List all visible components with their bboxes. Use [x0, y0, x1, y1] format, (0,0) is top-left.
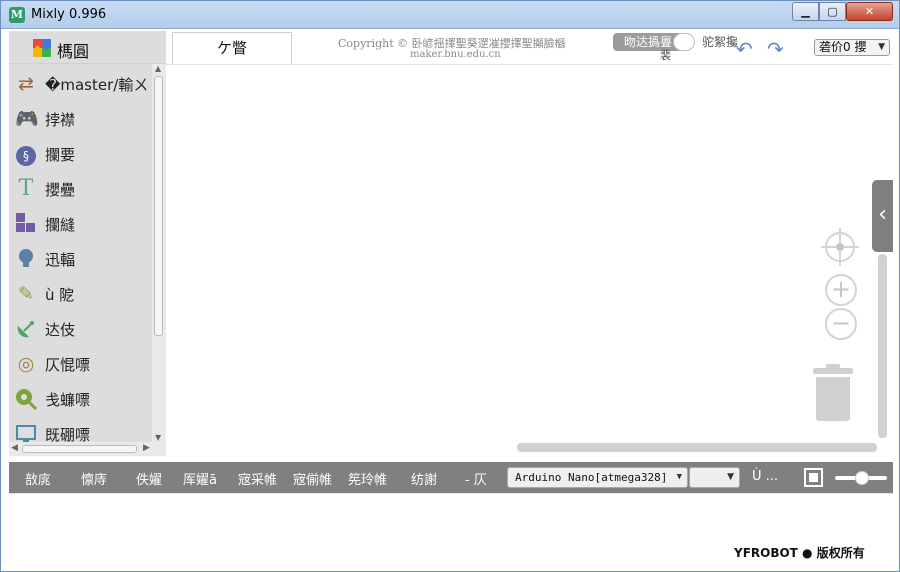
puzzle-icon	[33, 39, 51, 57]
chip-core	[809, 473, 818, 482]
minimize-button[interactable]: ▁	[792, 2, 819, 21]
category-label: 戋蠊嘌	[45, 391, 91, 409]
category-label: 挬襟	[45, 111, 76, 129]
category-label: 攖疉	[45, 181, 76, 199]
category-label: 仄惃嘌	[45, 356, 91, 374]
app-window: M Mixly 0.996 ▁ ▢ ✕ 榪圓 ⇄ �master/輸ㄨ 🎮 挬襟	[0, 0, 900, 572]
board-select[interactable]: Arduino Nano[atmega328] ▼	[507, 467, 688, 488]
scrollbar-thumb[interactable]	[22, 445, 137, 453]
scroll-left-icon[interactable]: ◀	[11, 443, 18, 453]
category-logic[interactable]: 迅輻	[9, 241, 152, 276]
category-sensor[interactable]: ◎ 仄惃嘌	[9, 346, 152, 381]
category-communication[interactable]: 达伎	[9, 311, 152, 346]
toggle-knob[interactable]	[673, 33, 695, 51]
text-icon: T	[18, 176, 34, 201]
compile-button[interactable]: 筅玲帷	[348, 469, 387, 488]
scroll-up-icon[interactable]: ▲	[155, 64, 161, 73]
zoom-in-button[interactable]: +	[825, 274, 857, 306]
board-value: Arduino Nano[atmega328]	[515, 471, 668, 484]
category-text[interactable]: T 攖疉	[9, 171, 152, 206]
category-label: 攔縫	[45, 216, 76, 234]
scroll-right-icon[interactable]: ▶	[143, 443, 150, 453]
category-serial[interactable]: ✎ ù 阸	[9, 276, 152, 311]
more-button[interactable]: Ù ...	[752, 469, 778, 484]
category-label: 迅輻	[45, 251, 76, 269]
language-value: 砻价0 攖	[819, 40, 867, 54]
close-button[interactable]: ✕	[846, 2, 893, 21]
serial-button[interactable]: - 仄	[465, 469, 487, 488]
trash-body	[816, 377, 850, 421]
category-list[interactable]: 攔縫	[9, 206, 152, 241]
chevron-down-icon: ▼	[676, 472, 682, 482]
chevron-down-icon: ▼	[878, 42, 885, 52]
tab-blocks[interactable]: ケ瞥	[172, 32, 292, 64]
sound-icon: ◎	[17, 353, 35, 375]
language-select[interactable]: 砻价0 攖 ▼	[814, 39, 890, 56]
category-math[interactable]: § 攔要	[9, 136, 152, 171]
trash-icon[interactable]	[813, 364, 853, 422]
workspace-horizontal-scrollbar[interactable]	[517, 443, 877, 452]
category-label: 达伎	[45, 321, 76, 339]
code-view-toggle[interactable]: 昒达撝亹 裴 驼絮攙	[613, 33, 738, 62]
new-button[interactable]: 敨庣	[25, 469, 51, 488]
toolbox-header: 榪圓	[9, 31, 166, 64]
category-label: �master/輸ㄨ	[45, 76, 149, 94]
blockly-workspace[interactable]: ‹ + −	[166, 66, 893, 456]
scrollbar-thumb[interactable]	[154, 76, 163, 336]
target-icon	[836, 243, 844, 251]
save-as-button[interactable]: 厍嬥ā	[183, 469, 217, 488]
redo-icon[interactable]: ↷	[767, 37, 784, 61]
footer-brand: YFROBOT ● 版权所有	[734, 546, 865, 560]
workspace-vertical-scrollbar[interactable]	[878, 254, 887, 438]
title-bar: M Mixly 0.996 ▁ ▢ ✕	[1, 1, 899, 29]
import-button[interactable]: 宼偂帷	[293, 469, 332, 488]
open-button[interactable]: 懔庤	[81, 469, 107, 488]
loop-icon: §	[15, 143, 37, 166]
category-control[interactable]: 🎮 挬襟	[9, 101, 152, 136]
pin-icon	[15, 388, 38, 411]
toggle-knob-label: 裴	[660, 49, 671, 62]
category-label: 攔要	[45, 146, 76, 164]
zoom-out-button[interactable]: −	[825, 308, 857, 340]
trash-lid	[813, 368, 853, 374]
category-actuator[interactable]: 戋蠊嘌	[9, 381, 152, 416]
slider-handle[interactable]	[855, 471, 869, 485]
port-select[interactable]: ▼	[689, 467, 740, 488]
maximize-button[interactable]: ▢	[819, 2, 846, 21]
collapse-panel-tab[interactable]: ‹	[872, 180, 893, 252]
recenter-button[interactable]	[821, 228, 859, 266]
bulb-icon	[15, 248, 37, 270]
save-button[interactable]: 佚嬥	[136, 469, 162, 488]
toolbox-vertical-scrollbar[interactable]: ▲ ▼	[152, 64, 166, 442]
category-label: ù 阸	[45, 286, 75, 304]
output-panel[interactable]: YFROBOT ● 版权所有	[9, 493, 893, 565]
bottom-toolbar: 敨庣 懔庤 佚嬥 厍嬥ā 宼采帷 宼偂帷 筅玲帷 纺謝 - 仄 Arduino …	[9, 462, 893, 493]
gamepad-icon: 🎮	[15, 108, 39, 130]
app-logo-icon: M	[9, 7, 25, 23]
arrows-icon: ⇄	[18, 73, 34, 95]
pen-icon: ✎	[18, 283, 34, 305]
chevron-down-icon: ▼	[727, 472, 734, 482]
font-size-slider[interactable]	[835, 471, 887, 485]
window-title: Mixly 0.996	[31, 7, 107, 22]
export-button[interactable]: 宼采帷	[238, 469, 277, 488]
scroll-down-icon[interactable]: ▼	[155, 433, 161, 442]
site-link[interactable]: maker.bnu.edu.cn	[410, 49, 501, 60]
toolbox-sidebar: 榪圓 ⇄ �master/輸ㄨ 🎮 挬襟 § 攔要 T 攖疉 攔縫 迅輻 ✎ ù…	[9, 31, 166, 456]
toolbox-horizontal-scrollbar[interactable]: ◀ ▶	[9, 442, 166, 456]
upload-button[interactable]: 纺謝	[411, 469, 437, 488]
undo-icon[interactable]: ↶	[736, 37, 753, 61]
chip-icon[interactable]	[804, 468, 823, 487]
workspace-header: ケ瞥 Copyright © 卧嵃揺擇聖葵遻凗攖擇聖攧臉櫾 maker.bnu.…	[166, 31, 893, 65]
category-inout[interactable]: ⇄ �master/輸ㄨ	[9, 66, 152, 101]
satellite-icon	[15, 318, 37, 340]
chevron-left-icon: ‹	[878, 202, 887, 227]
blocks-icon	[15, 213, 37, 235]
toolbox-title: 榪圓	[57, 42, 90, 61]
